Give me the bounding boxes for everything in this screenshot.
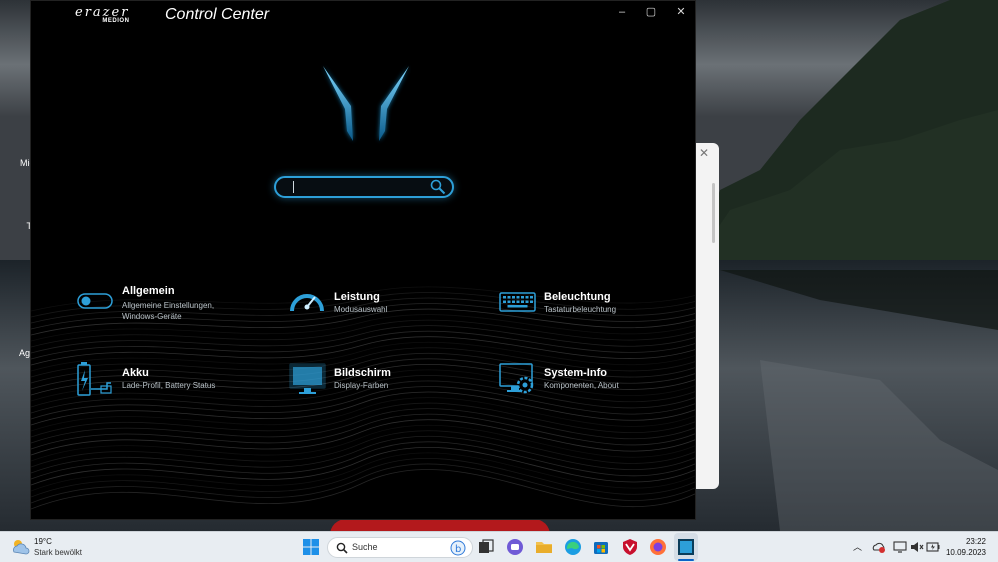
tile-subtitle: Lade-Profil, Battery Status xyxy=(122,381,216,390)
task-view-icon[interactable] xyxy=(477,538,495,556)
tile-title: Beleuchtung xyxy=(544,291,611,303)
close-button[interactable]: ✕ xyxy=(671,5,691,19)
tile-title: Leistung xyxy=(334,291,380,303)
weather-temp: 19°C xyxy=(34,537,52,546)
tile-title: Akku xyxy=(122,367,149,379)
background-window[interactable]: ✕ xyxy=(696,143,719,489)
close-icon[interactable]: ✕ xyxy=(699,146,709,160)
control-center-taskbar-icon[interactable] xyxy=(677,538,695,556)
wave-line xyxy=(31,463,695,504)
taskbar-search[interactable]: Suche b xyxy=(327,537,473,558)
weather-desc: Stark bewölkt xyxy=(34,548,83,557)
speedometer-icon xyxy=(290,294,324,312)
teams-chat-icon[interactable] xyxy=(506,538,524,556)
brand-logo: erazer MEDION xyxy=(75,5,130,24)
settings-monitor-icon xyxy=(499,363,534,394)
tile-leistung[interactable]: Leistung Modusauswahl xyxy=(289,285,449,325)
active-indicator xyxy=(678,559,694,561)
tile-subtitle: Tastaturbeleuchtung xyxy=(544,305,617,314)
tile-beleuchtung[interactable]: Beleuchtung Tastaturbeleuchtung xyxy=(499,285,669,325)
microsoft-store-icon[interactable] xyxy=(592,538,610,556)
search-icon xyxy=(336,542,348,554)
speaker-muted-icon[interactable] xyxy=(910,540,924,554)
minimize-button[interactable]: – xyxy=(612,5,632,19)
svg-text:b: b xyxy=(455,544,461,555)
system-clock[interactable]: 23:22 10.09.2023 xyxy=(946,536,986,558)
firefox-icon[interactable] xyxy=(649,538,667,556)
scrollbar[interactable] xyxy=(712,183,715,243)
chevron-up-icon[interactable]: ︿ xyxy=(853,540,862,553)
battery-charging-icon[interactable] xyxy=(926,540,940,554)
tile-title: System-Info xyxy=(544,367,607,379)
windows-start-icon[interactable] xyxy=(302,538,320,556)
clock-time: 23:22 xyxy=(965,537,986,546)
mcafee-shield-icon[interactable] xyxy=(621,538,639,556)
tile-allgemein[interactable]: Allgemein Allgemeine Einstellungen, Wind… xyxy=(77,285,247,325)
wave-line xyxy=(31,469,695,510)
clock-date: 10.09.2023 xyxy=(945,548,986,557)
taskbar-search-label: Suche xyxy=(352,542,378,552)
cloud-error-icon[interactable] xyxy=(872,540,886,554)
battery-icon xyxy=(77,362,112,396)
tile-subtitle: Komponenten, About xyxy=(544,381,619,390)
brand-erazer: erazer xyxy=(75,5,130,20)
red-car-roof xyxy=(330,519,550,531)
tile-title: Allgemein xyxy=(122,285,175,297)
wave-line xyxy=(31,446,695,486)
erazer-logo-icon xyxy=(323,66,409,141)
wave-line xyxy=(31,452,695,492)
app-title: Control Center xyxy=(165,6,270,23)
tile-subtitle: Display-Farben xyxy=(334,381,389,390)
bing-icon[interactable]: b xyxy=(450,540,466,556)
control-center-window: erazer MEDION Control Center – ▢ ✕ Allge… xyxy=(30,0,696,520)
tile-title: Bildschirm xyxy=(334,367,391,379)
tile-systeminfo[interactable]: System-Info Komponenten, About xyxy=(499,361,669,401)
wave-line xyxy=(31,424,695,462)
keyboard-icon xyxy=(499,292,536,312)
search-icon[interactable] xyxy=(430,179,446,195)
edge-browser-icon[interactable] xyxy=(564,538,582,556)
display-icon[interactable] xyxy=(893,540,907,554)
monitor-icon xyxy=(289,363,326,394)
tile-subtitle: Modusauswahl xyxy=(334,305,388,314)
title-bar[interactable]: erazer MEDION Control Center – ▢ ✕ xyxy=(31,1,695,31)
tile-subtitle: Allgemeine Einstellungen, Windows-Geräte xyxy=(122,301,215,321)
maximize-button[interactable]: ▢ xyxy=(641,5,661,19)
tile-akku[interactable]: Akku Lade-Profil, Battery Status xyxy=(77,361,247,401)
weather-widget[interactable]: 19°C Stark bewölkt xyxy=(10,536,82,561)
wave-line xyxy=(31,457,695,498)
file-explorer-icon[interactable] xyxy=(535,538,553,556)
search-input[interactable] xyxy=(274,176,454,198)
text-caret xyxy=(293,181,294,193)
taskbar: 19°C Stark bewölkt Suche b ︿ 23:22 10.09… xyxy=(0,531,998,562)
toggle-icon xyxy=(77,293,113,309)
tile-bildschirm[interactable]: Bildschirm Display-Farben xyxy=(289,361,449,401)
weather-cloud-icon xyxy=(13,540,30,555)
